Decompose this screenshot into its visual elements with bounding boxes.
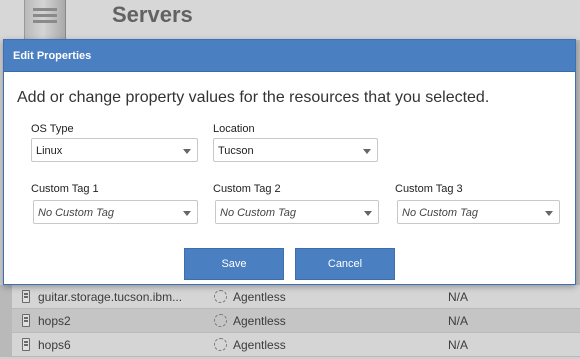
chevron-down-icon xyxy=(364,211,372,216)
chevron-down-icon xyxy=(183,211,191,216)
custom-tag-2-select[interactable]: No Custom Tag xyxy=(215,200,379,224)
os-type-label: OS Type xyxy=(31,123,74,135)
chevron-down-icon xyxy=(183,149,191,154)
custom-tag-3-placeholder: No Custom Tag xyxy=(402,207,479,219)
os-type-value: Linux xyxy=(36,145,63,157)
location-value: Tucson xyxy=(218,145,254,157)
custom-tag-2-label: Custom Tag 2 xyxy=(213,183,281,195)
edit-properties-dialog: Edit Properties Add or change property v… xyxy=(3,39,576,285)
chevron-down-icon xyxy=(545,211,553,216)
custom-tag-1-select[interactable]: No Custom Tag xyxy=(33,200,198,224)
dialog-header: Edit Properties xyxy=(4,40,575,72)
custom-tag-3-label: Custom Tag 3 xyxy=(395,183,463,195)
custom-tag-1-placeholder: No Custom Tag xyxy=(38,207,115,219)
chevron-down-icon xyxy=(363,149,371,154)
location-select[interactable]: Tucson xyxy=(213,138,378,162)
custom-tag-2-placeholder: No Custom Tag xyxy=(220,207,297,219)
custom-tag-3-select[interactable]: No Custom Tag xyxy=(397,200,560,224)
cancel-button[interactable]: Cancel xyxy=(295,248,395,280)
location-label: Location xyxy=(213,123,255,135)
dialog-instructions: Add or change property values for the re… xyxy=(17,89,490,106)
dialog-title: Edit Properties xyxy=(13,50,92,62)
custom-tag-1-label: Custom Tag 1 xyxy=(31,183,99,195)
save-button[interactable]: Save xyxy=(184,248,284,280)
os-type-select[interactable]: Linux xyxy=(31,138,198,162)
